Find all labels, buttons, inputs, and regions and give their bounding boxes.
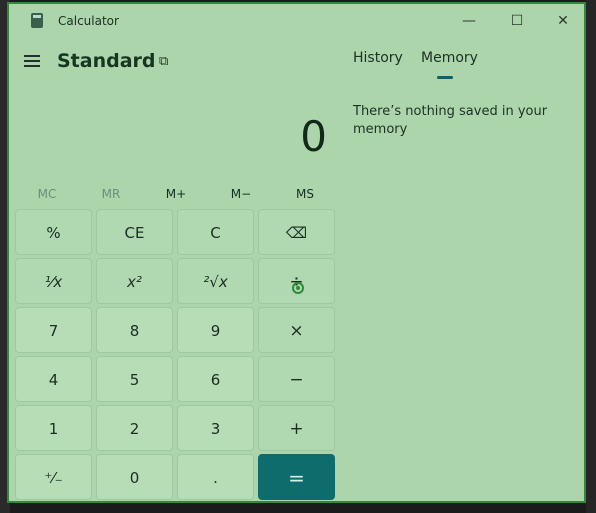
hamburger-icon (24, 55, 40, 57)
desktop-background-right (586, 0, 596, 513)
navigation-menu-button[interactable] (24, 55, 42, 69)
calculator-window: Calculator — ☐ ✕ Standard ⧉ 0 MC MR M+ M… (7, 2, 586, 503)
decimal-button[interactable]: . (177, 454, 254, 500)
memory-clear-button[interactable]: MC (15, 182, 79, 206)
memory-add-button[interactable]: M+ (144, 182, 208, 206)
digit-5-button[interactable]: 5 (96, 356, 173, 402)
backspace-button[interactable]: ⌫ (258, 209, 335, 255)
percent-button[interactable]: % (15, 209, 92, 255)
digit-3-button[interactable]: 3 (177, 405, 254, 451)
reciprocal-button[interactable]: ⅟x (15, 258, 92, 304)
keypad: % CE C ⌫ ⅟x x² ²√x ÷ 7 8 9 × 4 5 6 − 1 2… (15, 209, 337, 503)
keep-on-top-icon[interactable]: ⧉ (159, 55, 173, 69)
calculator-mode-title: Standard (57, 50, 156, 72)
negate-button[interactable]: ⁺⁄₋ (15, 454, 92, 500)
memory-subtract-button[interactable]: M− (209, 182, 273, 206)
result-display: 0 (300, 112, 327, 161)
digit-4-button[interactable]: 4 (15, 356, 92, 402)
cursor-target-icon (292, 282, 304, 294)
tab-memory[interactable]: Memory (421, 50, 478, 66)
minimize-button[interactable]: — (454, 10, 484, 32)
close-button[interactable]: ✕ (548, 10, 578, 32)
digit-7-button[interactable]: 7 (15, 307, 92, 353)
digit-0-button[interactable]: 0 (96, 454, 173, 500)
active-tab-indicator (437, 76, 453, 79)
digit-6-button[interactable]: 6 (177, 356, 254, 402)
digit-2-button[interactable]: 2 (96, 405, 173, 451)
clear-entry-button[interactable]: CE (96, 209, 173, 255)
memory-recall-button[interactable]: MR (79, 182, 143, 206)
memory-toolbar: MC MR M+ M− MS (15, 182, 340, 206)
title-bar[interactable]: Calculator — ☐ ✕ (9, 4, 584, 38)
digit-1-button[interactable]: 1 (15, 405, 92, 451)
calculator-app-icon (31, 13, 43, 28)
add-button[interactable]: + (258, 405, 335, 451)
square-root-button[interactable]: ²√x (177, 258, 254, 304)
calculator-pane: Standard ⧉ 0 MC MR M+ M− MS % CE C ⌫ ⅟x … (9, 38, 342, 503)
window-title: Calculator (58, 14, 119, 28)
memory-empty-message: There’s nothing saved in your memory (353, 104, 548, 137)
multiply-button[interactable]: × (258, 307, 335, 353)
equals-button[interactable]: = (258, 454, 335, 500)
digit-9-button[interactable]: 9 (177, 307, 254, 353)
maximize-button[interactable]: ☐ (502, 10, 532, 32)
memory-store-button[interactable]: MS (273, 182, 337, 206)
divide-button[interactable]: ÷ (258, 258, 335, 304)
square-button[interactable]: x² (96, 258, 173, 304)
side-panel: History Memory There’s nothing saved in … (342, 38, 584, 503)
tab-history[interactable]: History (353, 50, 403, 66)
clear-button[interactable]: C (177, 209, 254, 255)
digit-8-button[interactable]: 8 (96, 307, 173, 353)
subtract-button[interactable]: − (258, 356, 335, 402)
